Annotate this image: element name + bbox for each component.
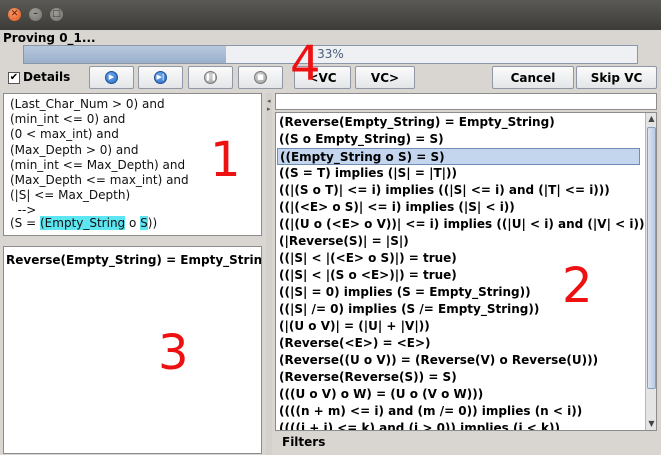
play-icon: ▶	[105, 71, 118, 84]
annotation-3: 3	[158, 325, 189, 381]
conclusion-highlight-1: (Empty_String	[39, 216, 126, 230]
details-checkbox[interactable]: ✔ Details	[3, 67, 87, 88]
progress-percent: 33%	[317, 47, 344, 61]
lemma-item[interactable]: ((((n + m) <= i) and (m /= 0)) implies (…	[279, 403, 582, 420]
lemma-item[interactable]: ((|(S o T)| <= i) implies ((|S| <= i) an…	[279, 182, 610, 199]
annotation-4: 4	[290, 36, 321, 92]
lemma-item[interactable]: ((((i + j) <= k) and (j > 0)) implies (j…	[279, 420, 560, 430]
lemma-item[interactable]: (Reverse(Empty_String) = Empty_String)	[279, 114, 555, 131]
goal-line: (Max_Depth <= max_int) and	[10, 173, 189, 187]
goal-line: (0 < max_int) and	[10, 127, 119, 142]
goal-line: (Max_Depth > 0) and	[10, 142, 139, 157]
lemma-item[interactable]: (Reverse(Reverse(S)) = S)	[279, 369, 457, 386]
detail-panel[interactable]: Reverse(Empty_String) = Empty_String	[3, 246, 262, 454]
window-titlebar: ✕ – □	[0, 0, 661, 30]
minimize-window-icon[interactable]: –	[29, 8, 42, 21]
details-label: Details	[23, 70, 71, 84]
run-button[interactable]: ▶	[89, 66, 134, 89]
conclusion-prefix: (S =	[10, 216, 40, 230]
splitter-grip-icon[interactable]: ◂ ▸	[267, 97, 271, 113]
conclusion-suffix: ))	[147, 216, 158, 230]
scroll-thumb[interactable]	[647, 127, 656, 389]
step-button[interactable]: ▶|	[138, 66, 183, 89]
lemma-item[interactable]: ((|S| < |(<E> o S)|) = true)	[279, 250, 457, 267]
lemma-item[interactable]: (Reverse((U o V)) = (Reverse(V) o Revers…	[279, 352, 598, 369]
skip-vc-button[interactable]: Skip VC	[576, 66, 657, 89]
lemma-search-field[interactable]	[275, 93, 657, 110]
lemma-item[interactable]: ((S o Empty_String) = S)	[279, 131, 444, 148]
stop-button[interactable]: ■	[238, 66, 283, 89]
lemma-item[interactable]: (((U o V) o W) = (U o (V o W)))	[279, 386, 483, 403]
lemma-item[interactable]: ((|S| /= 0) implies (S /= Empty_String))	[279, 301, 539, 318]
lemma-item[interactable]: (Reverse(<E>) = <E>)	[279, 335, 431, 352]
proving-status-label: Proving 0_1...	[3, 31, 96, 45]
lemma-item[interactable]: ((|(<E> o S)| <= i) implies (|S| < i))	[279, 199, 515, 216]
next-vc-button[interactable]: VC>	[355, 66, 415, 89]
stop-icon: ■	[254, 71, 267, 84]
progress-bar: 33%	[23, 45, 638, 64]
lemma-item[interactable]: ((Empty_String o S) = S)	[277, 148, 640, 165]
step-forward-icon: ▶|	[154, 71, 167, 84]
goal-line: (Last_Char_Num > 0) and	[10, 97, 165, 111]
lemma-item[interactable]: ((|(U o (<E> o V))| <= i) implies ((|U| …	[279, 216, 650, 233]
lemma-item[interactable]: ((S = T) implies (|S| = |T|))	[279, 165, 457, 182]
lemma-list[interactable]: (Reverse(Empty_String) = Empty_String)((…	[275, 112, 657, 431]
goal-line: (min_int <= 0) and	[10, 112, 126, 127]
conclusion-highlight-2: o	[125, 216, 141, 230]
lemma-item[interactable]: ((|S| = 0) implies (S = Empty_String))	[279, 284, 531, 301]
check-icon[interactable]: ✔	[8, 72, 20, 84]
goal-line: (min_int <= Max_Depth) and	[10, 157, 186, 172]
conclusion-highlight-3: S	[140, 216, 148, 230]
goal-line: (|S| <= Max_Depth)	[10, 188, 131, 203]
detail-text: Reverse(Empty_String) = Empty_String	[6, 253, 262, 267]
annotation-1: 1	[210, 132, 241, 188]
scroll-up-icon[interactable]: ▲	[646, 113, 656, 124]
lemma-item[interactable]: ((|S| < |(S o <E>)|) = true)	[279, 267, 457, 284]
maximize-window-icon[interactable]: □	[50, 8, 63, 21]
scroll-down-icon[interactable]: ▼	[646, 418, 656, 429]
lemma-list-scrollbar[interactable]: ▲ ▼	[645, 113, 656, 430]
close-window-icon[interactable]: ✕	[8, 8, 21, 21]
lemma-item[interactable]: (|(U o V)| = (|U| + |V|))	[279, 318, 430, 335]
goal-conclusion: (S = (Empty_String o S))	[10, 216, 157, 231]
cancel-button[interactable]: Cancel	[492, 66, 574, 89]
panel-splitter[interactable]: ◂ ▸	[266, 93, 272, 455]
pause-button[interactable]: ❚❚	[188, 66, 233, 89]
pause-icon: ❚❚	[204, 71, 217, 84]
filters-label[interactable]: Filters	[282, 435, 325, 449]
lemma-item[interactable]: (|Reverse(S)| = |S|)	[279, 233, 409, 250]
annotation-2: 2	[562, 258, 593, 314]
